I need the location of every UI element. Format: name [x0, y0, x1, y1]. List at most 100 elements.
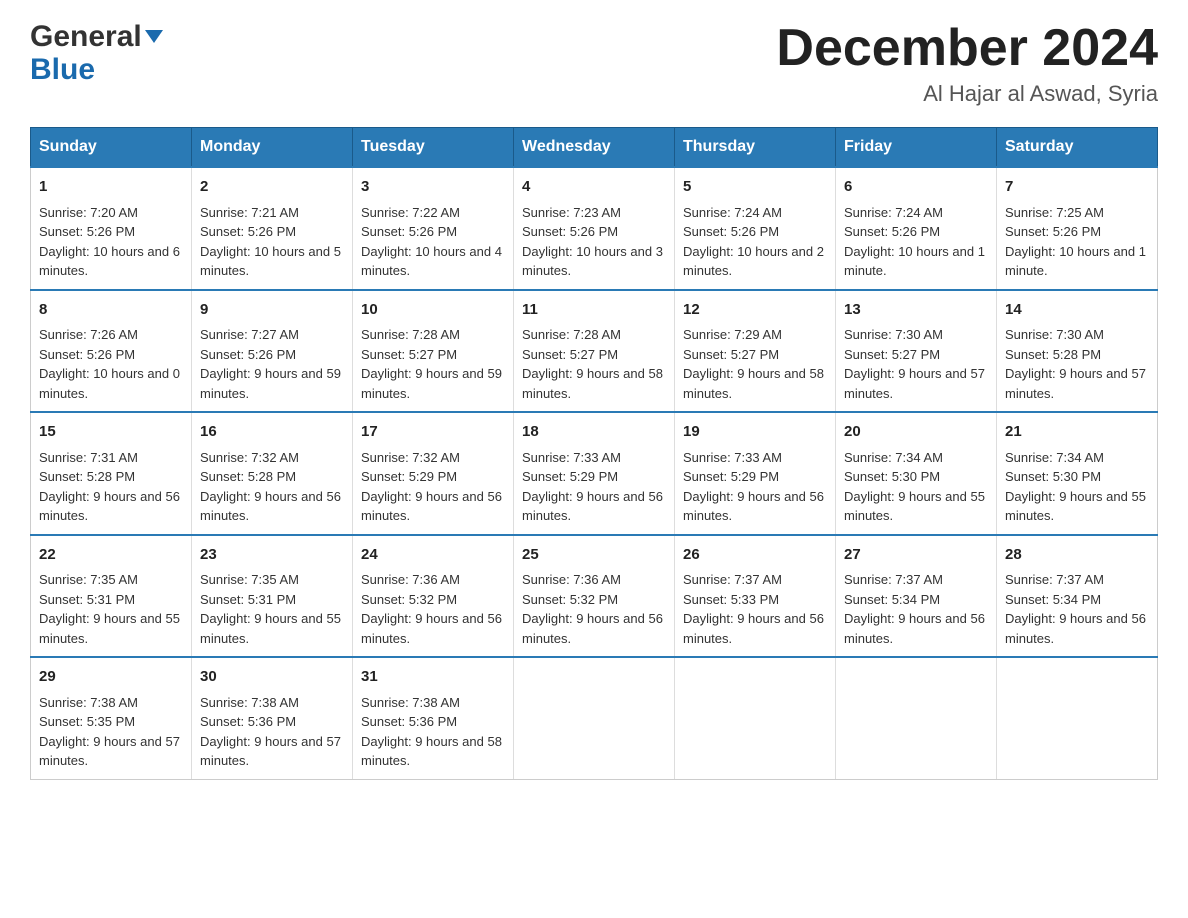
- day-cell: 16 Sunrise: 7:32 AMSunset: 5:28 PMDaylig…: [192, 412, 353, 535]
- header-cell-wednesday: Wednesday: [514, 128, 675, 168]
- day-info: Sunrise: 7:32 AMSunset: 5:29 PMDaylight:…: [361, 450, 502, 524]
- day-number: 21: [1005, 421, 1149, 444]
- day-number: 15: [39, 421, 183, 444]
- day-info: Sunrise: 7:34 AMSunset: 5:30 PMDaylight:…: [844, 450, 985, 524]
- calendar-body: 1 Sunrise: 7:20 AMSunset: 5:26 PMDayligh…: [31, 167, 1158, 779]
- day-info: Sunrise: 7:34 AMSunset: 5:30 PMDaylight:…: [1005, 450, 1146, 524]
- day-info: Sunrise: 7:36 AMSunset: 5:32 PMDaylight:…: [522, 572, 663, 646]
- header-cell-sunday: Sunday: [31, 128, 192, 168]
- day-number: 24: [361, 544, 505, 567]
- day-cell: 1 Sunrise: 7:20 AMSunset: 5:26 PMDayligh…: [31, 167, 192, 290]
- day-info: Sunrise: 7:35 AMSunset: 5:31 PMDaylight:…: [39, 572, 180, 646]
- week-row-3: 15 Sunrise: 7:31 AMSunset: 5:28 PMDaylig…: [31, 412, 1158, 535]
- header-cell-monday: Monday: [192, 128, 353, 168]
- day-cell: 23 Sunrise: 7:35 AMSunset: 5:31 PMDaylig…: [192, 535, 353, 658]
- day-number: 26: [683, 544, 827, 567]
- day-info: Sunrise: 7:29 AMSunset: 5:27 PMDaylight:…: [683, 327, 824, 401]
- day-cell: 8 Sunrise: 7:26 AMSunset: 5:26 PMDayligh…: [31, 290, 192, 413]
- day-number: 5: [683, 176, 827, 199]
- day-info: Sunrise: 7:32 AMSunset: 5:28 PMDaylight:…: [200, 450, 341, 524]
- day-cell: 4 Sunrise: 7:23 AMSunset: 5:26 PMDayligh…: [514, 167, 675, 290]
- header-row: SundayMondayTuesdayWednesdayThursdayFrid…: [31, 128, 1158, 168]
- day-info: Sunrise: 7:27 AMSunset: 5:26 PMDaylight:…: [200, 327, 341, 401]
- day-cell: 6 Sunrise: 7:24 AMSunset: 5:26 PMDayligh…: [836, 167, 997, 290]
- day-number: 13: [844, 299, 988, 322]
- day-info: Sunrise: 7:28 AMSunset: 5:27 PMDaylight:…: [522, 327, 663, 401]
- day-info: Sunrise: 7:24 AMSunset: 5:26 PMDaylight:…: [683, 205, 824, 279]
- week-row-4: 22 Sunrise: 7:35 AMSunset: 5:31 PMDaylig…: [31, 535, 1158, 658]
- page-header: General Blue December 2024 Al Hajar al A…: [30, 20, 1158, 107]
- day-cell: 3 Sunrise: 7:22 AMSunset: 5:26 PMDayligh…: [353, 167, 514, 290]
- day-cell: 22 Sunrise: 7:35 AMSunset: 5:31 PMDaylig…: [31, 535, 192, 658]
- day-info: Sunrise: 7:38 AMSunset: 5:35 PMDaylight:…: [39, 695, 180, 769]
- day-info: Sunrise: 7:36 AMSunset: 5:32 PMDaylight:…: [361, 572, 502, 646]
- month-title: December 2024: [776, 20, 1158, 77]
- day-cell: 2 Sunrise: 7:21 AMSunset: 5:26 PMDayligh…: [192, 167, 353, 290]
- day-number: 12: [683, 299, 827, 322]
- day-cell: 11 Sunrise: 7:28 AMSunset: 5:27 PMDaylig…: [514, 290, 675, 413]
- day-number: 22: [39, 544, 183, 567]
- week-row-1: 1 Sunrise: 7:20 AMSunset: 5:26 PMDayligh…: [31, 167, 1158, 290]
- day-cell: 5 Sunrise: 7:24 AMSunset: 5:26 PMDayligh…: [675, 167, 836, 290]
- week-row-2: 8 Sunrise: 7:26 AMSunset: 5:26 PMDayligh…: [31, 290, 1158, 413]
- day-number: 11: [522, 299, 666, 322]
- day-cell: 19 Sunrise: 7:33 AMSunset: 5:29 PMDaylig…: [675, 412, 836, 535]
- day-cell: 14 Sunrise: 7:30 AMSunset: 5:28 PMDaylig…: [997, 290, 1158, 413]
- header-cell-thursday: Thursday: [675, 128, 836, 168]
- day-cell: 10 Sunrise: 7:28 AMSunset: 5:27 PMDaylig…: [353, 290, 514, 413]
- day-info: Sunrise: 7:25 AMSunset: 5:26 PMDaylight:…: [1005, 205, 1146, 279]
- day-info: Sunrise: 7:22 AMSunset: 5:26 PMDaylight:…: [361, 205, 502, 279]
- day-info: Sunrise: 7:38 AMSunset: 5:36 PMDaylight:…: [361, 695, 502, 769]
- day-cell: 27 Sunrise: 7:37 AMSunset: 5:34 PMDaylig…: [836, 535, 997, 658]
- day-cell: 31 Sunrise: 7:38 AMSunset: 5:36 PMDaylig…: [353, 657, 514, 779]
- logo: General Blue: [30, 20, 163, 86]
- day-info: Sunrise: 7:37 AMSunset: 5:33 PMDaylight:…: [683, 572, 824, 646]
- day-cell: 29 Sunrise: 7:38 AMSunset: 5:35 PMDaylig…: [31, 657, 192, 779]
- day-info: Sunrise: 7:24 AMSunset: 5:26 PMDaylight:…: [844, 205, 985, 279]
- day-cell: 12 Sunrise: 7:29 AMSunset: 5:27 PMDaylig…: [675, 290, 836, 413]
- day-number: 20: [844, 421, 988, 444]
- logo-line1: General: [30, 20, 163, 53]
- day-cell: 18 Sunrise: 7:33 AMSunset: 5:29 PMDaylig…: [514, 412, 675, 535]
- day-number: 1: [39, 176, 183, 199]
- day-cell: [675, 657, 836, 779]
- day-cell: 15 Sunrise: 7:31 AMSunset: 5:28 PMDaylig…: [31, 412, 192, 535]
- day-number: 4: [522, 176, 666, 199]
- day-number: 10: [361, 299, 505, 322]
- day-number: 28: [1005, 544, 1149, 567]
- day-info: Sunrise: 7:30 AMSunset: 5:28 PMDaylight:…: [1005, 327, 1146, 401]
- day-info: Sunrise: 7:33 AMSunset: 5:29 PMDaylight:…: [522, 450, 663, 524]
- header-cell-tuesday: Tuesday: [353, 128, 514, 168]
- header-cell-saturday: Saturday: [997, 128, 1158, 168]
- day-number: 6: [844, 176, 988, 199]
- day-info: Sunrise: 7:37 AMSunset: 5:34 PMDaylight:…: [1005, 572, 1146, 646]
- day-cell: 28 Sunrise: 7:37 AMSunset: 5:34 PMDaylig…: [997, 535, 1158, 658]
- day-info: Sunrise: 7:30 AMSunset: 5:27 PMDaylight:…: [844, 327, 985, 401]
- day-number: 7: [1005, 176, 1149, 199]
- day-info: Sunrise: 7:33 AMSunset: 5:29 PMDaylight:…: [683, 450, 824, 524]
- day-number: 16: [200, 421, 344, 444]
- day-number: 27: [844, 544, 988, 567]
- week-row-5: 29 Sunrise: 7:38 AMSunset: 5:35 PMDaylig…: [31, 657, 1158, 779]
- day-cell: 26 Sunrise: 7:37 AMSunset: 5:33 PMDaylig…: [675, 535, 836, 658]
- title-block: December 2024 Al Hajar al Aswad, Syria: [776, 20, 1158, 107]
- day-cell: 25 Sunrise: 7:36 AMSunset: 5:32 PMDaylig…: [514, 535, 675, 658]
- day-info: Sunrise: 7:28 AMSunset: 5:27 PMDaylight:…: [361, 327, 502, 401]
- day-cell: [997, 657, 1158, 779]
- day-cell: [836, 657, 997, 779]
- day-number: 30: [200, 666, 344, 689]
- day-number: 2: [200, 176, 344, 199]
- day-info: Sunrise: 7:21 AMSunset: 5:26 PMDaylight:…: [200, 205, 341, 279]
- logo-line2: Blue: [30, 53, 95, 86]
- day-cell: 13 Sunrise: 7:30 AMSunset: 5:27 PMDaylig…: [836, 290, 997, 413]
- day-info: Sunrise: 7:38 AMSunset: 5:36 PMDaylight:…: [200, 695, 341, 769]
- day-cell: 30 Sunrise: 7:38 AMSunset: 5:36 PMDaylig…: [192, 657, 353, 779]
- day-cell: 7 Sunrise: 7:25 AMSunset: 5:26 PMDayligh…: [997, 167, 1158, 290]
- day-info: Sunrise: 7:20 AMSunset: 5:26 PMDaylight:…: [39, 205, 180, 279]
- day-number: 14: [1005, 299, 1149, 322]
- day-number: 31: [361, 666, 505, 689]
- day-number: 9: [200, 299, 344, 322]
- day-cell: 17 Sunrise: 7:32 AMSunset: 5:29 PMDaylig…: [353, 412, 514, 535]
- day-cell: 24 Sunrise: 7:36 AMSunset: 5:32 PMDaylig…: [353, 535, 514, 658]
- day-info: Sunrise: 7:35 AMSunset: 5:31 PMDaylight:…: [200, 572, 341, 646]
